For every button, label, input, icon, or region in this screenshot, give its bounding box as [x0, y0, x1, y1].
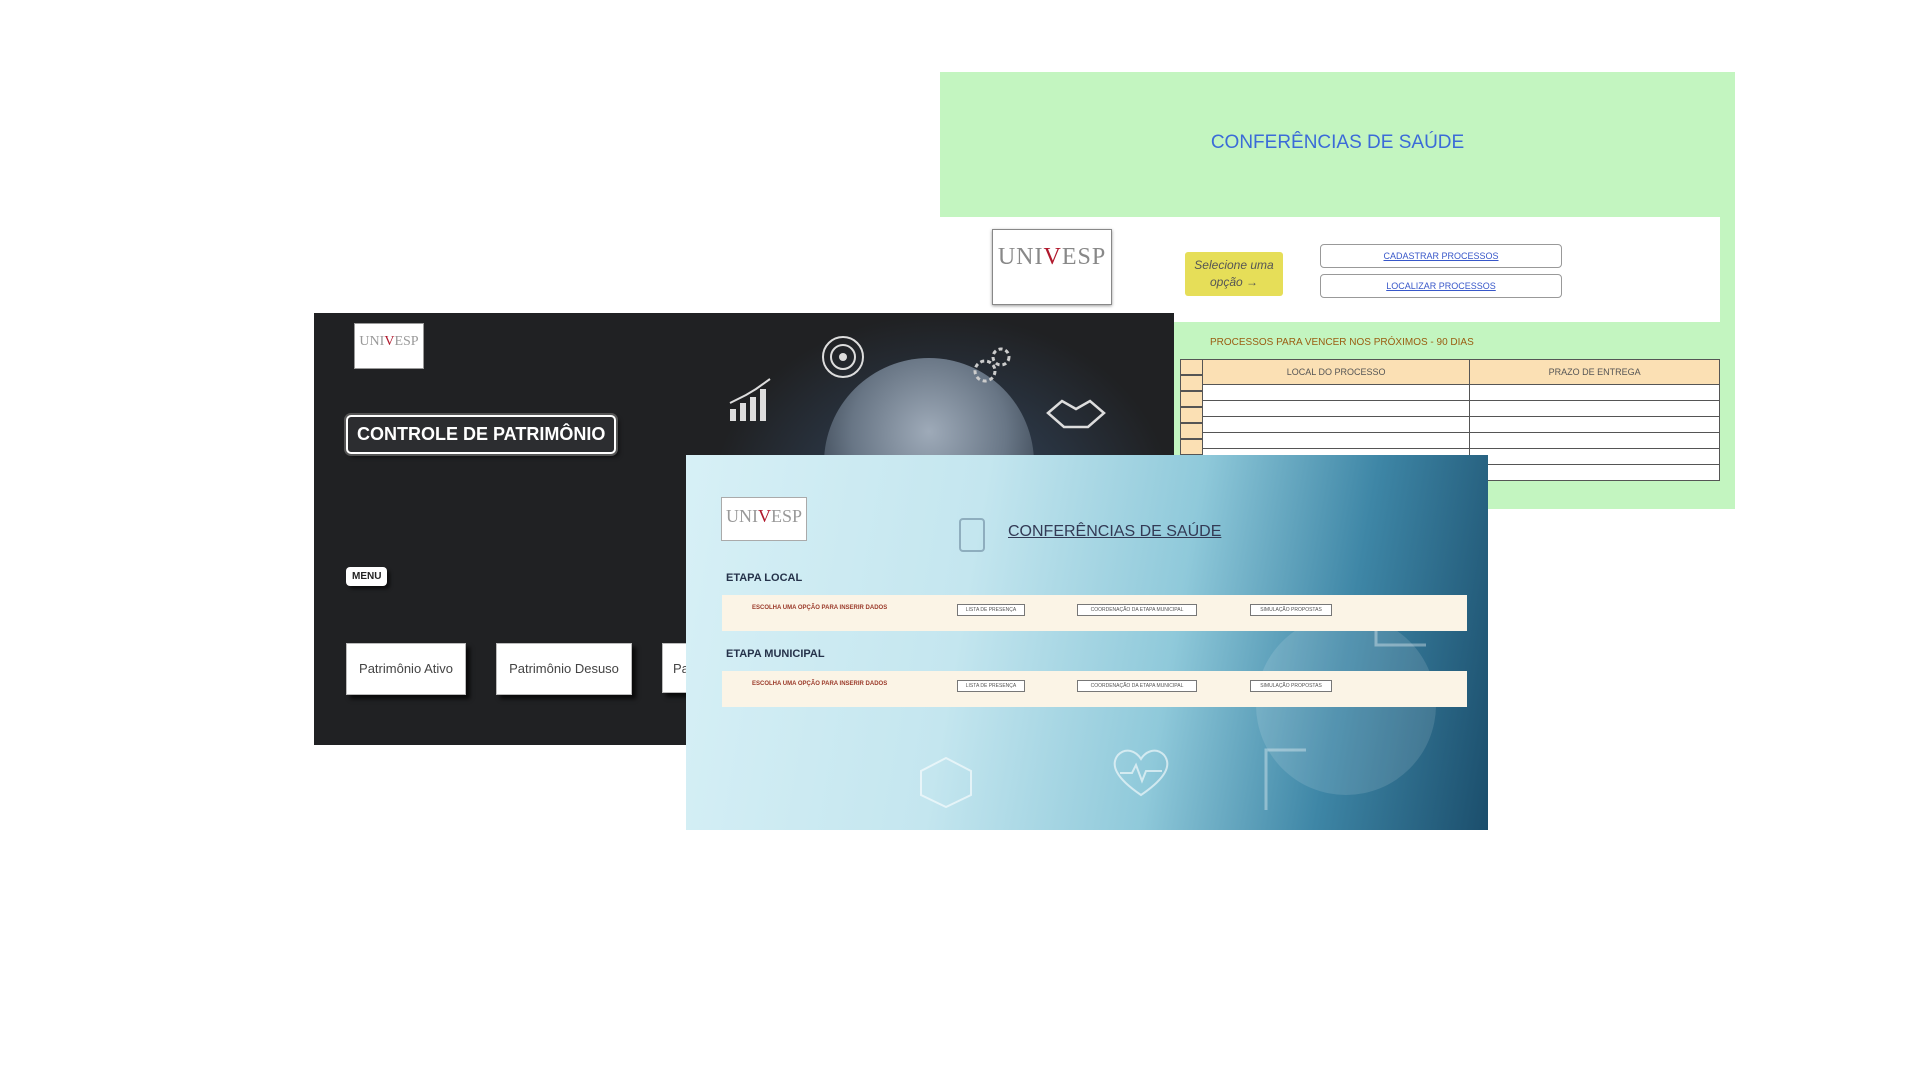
logo-text-v: V — [757, 506, 771, 526]
logo-text-v: V — [1043, 244, 1062, 270]
table-left-cells — [1180, 359, 1202, 455]
table-cell[interactable] — [1469, 432, 1720, 449]
column-header-deadline: PRAZO DE ENTREGA — [1469, 359, 1720, 385]
logo-text-left: UNI — [359, 334, 385, 349]
attendance-list-button[interactable]: LISTA DE PRESENÇA — [957, 604, 1025, 616]
section-bar-municipal: ESCOLHA UMA OPÇÃO PARA INSERIR DADOS LIS… — [722, 671, 1467, 707]
municipal-coordination-button[interactable]: COORDENAÇÃO DA ETAPA MUNICIPAL — [1077, 604, 1197, 616]
locate-processes-button[interactable]: LOCALIZAR PROCESSOS — [1320, 274, 1562, 298]
table-row — [1201, 416, 1720, 433]
select-option-hint: Selecione uma opção → — [1185, 252, 1283, 296]
attendance-list-button[interactable]: LISTA DE PRESENÇA — [957, 680, 1025, 692]
table-cell[interactable] — [1469, 384, 1720, 401]
table-cell[interactable] — [1201, 384, 1471, 401]
logo-text-left: UNI — [997, 244, 1044, 270]
logo-text-right: ESP — [770, 506, 803, 526]
gears-icon — [973, 347, 1011, 383]
asset-control-title: CONTROLE DE PATRIMÔNIO — [346, 415, 617, 454]
proposals-simulation-button[interactable]: SIMULAÇÃO PROPOSTAS — [1250, 680, 1332, 692]
municipal-coordination-button[interactable]: COORDENAÇÃO DA ETAPA MUNICIPAL — [1077, 680, 1197, 692]
univesp-logo: UNIVESP — [721, 497, 807, 541]
univesp-logo: UNIVESP — [992, 229, 1112, 305]
active-assets-button[interactable]: Patrimônio Ativo — [346, 643, 466, 695]
blue-sheet-window: UNIVESP CONFERÊNCIAS DE SAÚDE ETAPA LOCA… — [686, 455, 1488, 830]
table-cell[interactable] — [1201, 432, 1471, 449]
table-cell[interactable] — [1469, 464, 1720, 481]
select-hint-line1: Selecione uma — [1194, 258, 1274, 272]
section-label-local: ETAPA LOCAL — [726, 572, 803, 584]
register-processes-button[interactable]: CADASTRAR PROCESSOS — [1320, 244, 1562, 268]
proposals-simulation-button[interactable]: SIMULAÇÃO PROPOSTAS — [1250, 604, 1332, 616]
document-icon — [959, 518, 985, 552]
table-cell[interactable] — [1201, 416, 1471, 433]
health-conferences-title: CONFERÊNCIAS DE SAÚDE — [1008, 523, 1222, 540]
table-row — [1201, 432, 1720, 449]
column-header-local: LOCAL DO PROCESSO — [1201, 359, 1471, 385]
target-icon — [822, 336, 864, 378]
handshake-icon — [1046, 399, 1106, 429]
logo-text-right: ESP — [1061, 244, 1107, 270]
table-row — [1201, 384, 1720, 401]
logo-text-left: UNI — [725, 506, 758, 526]
table-cell[interactable] — [1201, 400, 1471, 417]
logo-text-v: V — [384, 334, 395, 349]
table-cell[interactable] — [1469, 448, 1720, 465]
table-row — [1201, 400, 1720, 417]
section-bar-local: ESCOLHA UMA OPÇÃO PARA INSERIR DADOS LIS… — [722, 595, 1467, 631]
univesp-logo: UNIVESP — [354, 323, 424, 369]
disused-assets-button[interactable]: Patrimônio Desuso — [496, 643, 632, 695]
growth-chart-icon — [729, 378, 771, 421]
hexagon-icon — [920, 756, 972, 809]
select-hint-line2: opção → — [1209, 275, 1259, 289]
insert-data-hint: ESCOLHA UMA OPÇÃO PARA INSERIR DADOS — [752, 681, 888, 687]
insert-data-hint: ESCOLHA UMA OPÇÃO PARA INSERIR DADOS — [752, 605, 888, 611]
table-cell[interactable] — [1469, 400, 1720, 417]
menu-button[interactable]: MENU — [346, 567, 388, 586]
deadline-notice: PROCESSOS PARA VENCER NOS PRÓXIMOS - 90 … — [1210, 337, 1474, 348]
logo-text-right: ESP — [394, 334, 419, 349]
section-label-municipal: ETAPA MUNICIPAL — [726, 648, 825, 660]
heart-rate-icon — [1113, 749, 1169, 797]
green-sheet-title: CONFERÊNCIAS DE SAÚDE — [1210, 132, 1465, 153]
table-cell[interactable] — [1469, 416, 1720, 433]
